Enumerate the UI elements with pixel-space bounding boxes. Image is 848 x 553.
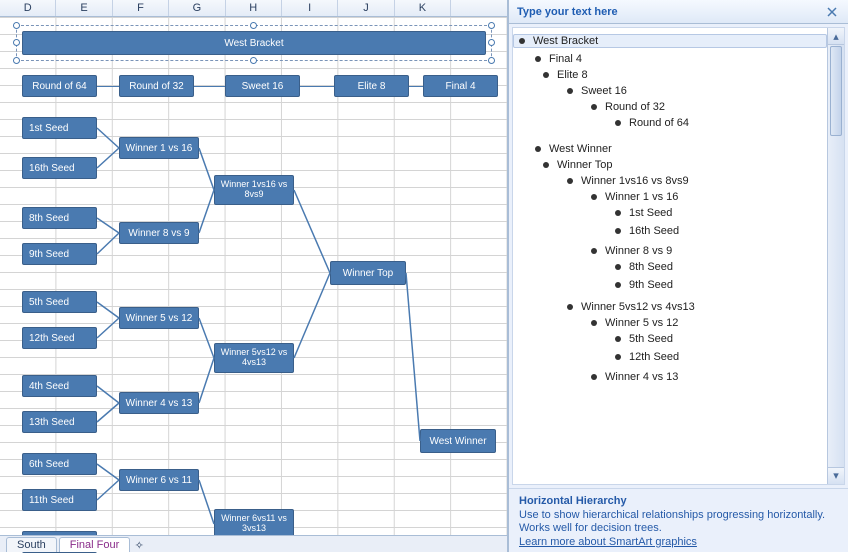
tree-item-selected[interactable]: West Bracket — [513, 34, 827, 48]
tree-item[interactable]: 9th Seed — [609, 278, 827, 292]
sheet-tab-active[interactable]: Final Four — [59, 537, 131, 552]
seed-box[interactable]: 8th Seed — [22, 207, 97, 229]
col-header[interactable]: E — [56, 0, 112, 16]
seed-box[interactable]: 13th Seed — [22, 411, 97, 433]
round-header[interactable]: Sweet 16 — [225, 75, 300, 97]
tree-item[interactable]: Winner 5 vs 12 — [585, 316, 827, 330]
tree-item[interactable]: 16th Seed — [609, 224, 827, 238]
round-header[interactable]: Round of 32 — [119, 75, 194, 97]
sheet-tab-bar: South Final Four ✧ — [0, 535, 507, 552]
tree-item[interactable]: Round of 32 — [585, 100, 827, 114]
outline-tree[interactable]: West Bracket Final 4 Elite 8 Sweet 16 Ro… — [513, 28, 827, 484]
tree-item[interactable]: Winner Top — [537, 158, 827, 172]
round-header[interactable]: Final 4 — [423, 75, 498, 97]
tree-item[interactable]: 8th Seed — [609, 260, 827, 274]
winner16-box[interactable]: Winner 8 vs 9 — [119, 222, 199, 244]
column-headers: D E F G H I J K — [0, 0, 507, 17]
winner16-box[interactable]: Winner 1 vs 16 — [119, 137, 199, 159]
seed-box[interactable]: 16th Seed — [22, 157, 97, 179]
col-header[interactable]: I — [282, 0, 338, 16]
pane-header: Type your text here — [509, 0, 848, 24]
tree-item[interactable]: Winner 8 vs 9 — [585, 244, 827, 258]
west-winner-box[interactable]: West Winner — [420, 429, 496, 453]
seed-box[interactable]: 4th Seed — [22, 375, 97, 397]
col-header[interactable]: D — [0, 0, 56, 16]
round-header[interactable]: Elite 8 — [334, 75, 409, 97]
tree-item[interactable]: 1st Seed — [609, 206, 827, 220]
tree-item[interactable]: 12th Seed — [609, 350, 827, 364]
spreadsheet-area: D E F G H I J K West Bracket Round of 64… — [0, 0, 508, 552]
scroll-down-icon[interactable]: ▾ — [828, 467, 844, 484]
seed-box[interactable]: 1st Seed — [22, 117, 97, 139]
scroll-thumb[interactable] — [830, 46, 842, 136]
tree-item[interactable]: Winner 1vs16 vs 8vs9 — [561, 174, 827, 188]
scrollbar[interactable]: ▴ ▾ — [827, 28, 844, 484]
smartart-canvas[interactable]: West Bracket Round of 64 Round of 32 Swe… — [0, 17, 507, 535]
outline-body: West Bracket Final 4 Elite 8 Sweet 16 Ro… — [512, 27, 845, 485]
close-icon[interactable] — [824, 4, 840, 20]
winner8-box[interactable]: Winner 5vs12 vs 4vs13 — [214, 343, 294, 373]
col-header[interactable]: F — [113, 0, 169, 16]
text-pane: Type your text here West Bracket Final 4… — [508, 0, 848, 552]
scroll-up-icon[interactable]: ▴ — [828, 28, 844, 45]
seed-box[interactable]: 5th Seed — [22, 291, 97, 313]
col-header[interactable]: K — [395, 0, 451, 16]
tree-item[interactable]: Elite 8 — [537, 68, 827, 82]
tree-item[interactable]: Sweet 16 — [561, 84, 827, 98]
seed-box[interactable]: 12th Seed — [22, 327, 97, 349]
col-header[interactable]: J — [338, 0, 394, 16]
tree-item[interactable]: Winner 4 vs 13 — [585, 370, 827, 384]
col-header[interactable]: G — [169, 0, 225, 16]
footer-link[interactable]: Learn more about SmartArt graphics — [519, 536, 697, 548]
title-shape[interactable]: West Bracket — [22, 31, 486, 55]
seed-box[interactable]: 6th Seed — [22, 453, 97, 475]
col-header[interactable]: H — [226, 0, 282, 16]
winner-top-box[interactable]: Winner Top — [330, 261, 406, 285]
footer-desc: Use to show hierarchical relationships p… — [519, 509, 838, 537]
tree-item[interactable]: 5th Seed — [609, 332, 827, 346]
winner16-box[interactable]: Winner 6 vs 11 — [119, 469, 199, 491]
round-header[interactable]: Round of 64 — [22, 75, 97, 97]
tree-item[interactable]: Winner 1 vs 16 — [585, 190, 827, 204]
winner16-box[interactable]: Winner 4 vs 13 — [119, 392, 199, 414]
winner16-box[interactable]: Winner 5 vs 12 — [119, 307, 199, 329]
tree-item[interactable]: Final 4 — [513, 52, 827, 66]
sheet-tab[interactable]: South — [6, 537, 57, 552]
new-sheet-icon[interactable]: ✧ — [132, 538, 146, 552]
tree-item[interactable]: West Winner — [513, 142, 827, 156]
tree-item[interactable]: Round of 64 — [609, 116, 827, 130]
pane-footer: Horizontal Hierarchy Use to show hierarc… — [509, 488, 848, 553]
seed-box[interactable]: 9th Seed — [22, 243, 97, 265]
tree-item[interactable]: Winner 5vs12 vs 4vs13 — [561, 300, 827, 314]
pane-title: Type your text here — [517, 6, 618, 18]
seed-box[interactable]: 11th Seed — [22, 489, 97, 511]
winner8-box[interactable]: Winner 1vs16 vs 8vs9 — [214, 175, 294, 205]
footer-title: Horizontal Hierarchy — [519, 495, 838, 507]
